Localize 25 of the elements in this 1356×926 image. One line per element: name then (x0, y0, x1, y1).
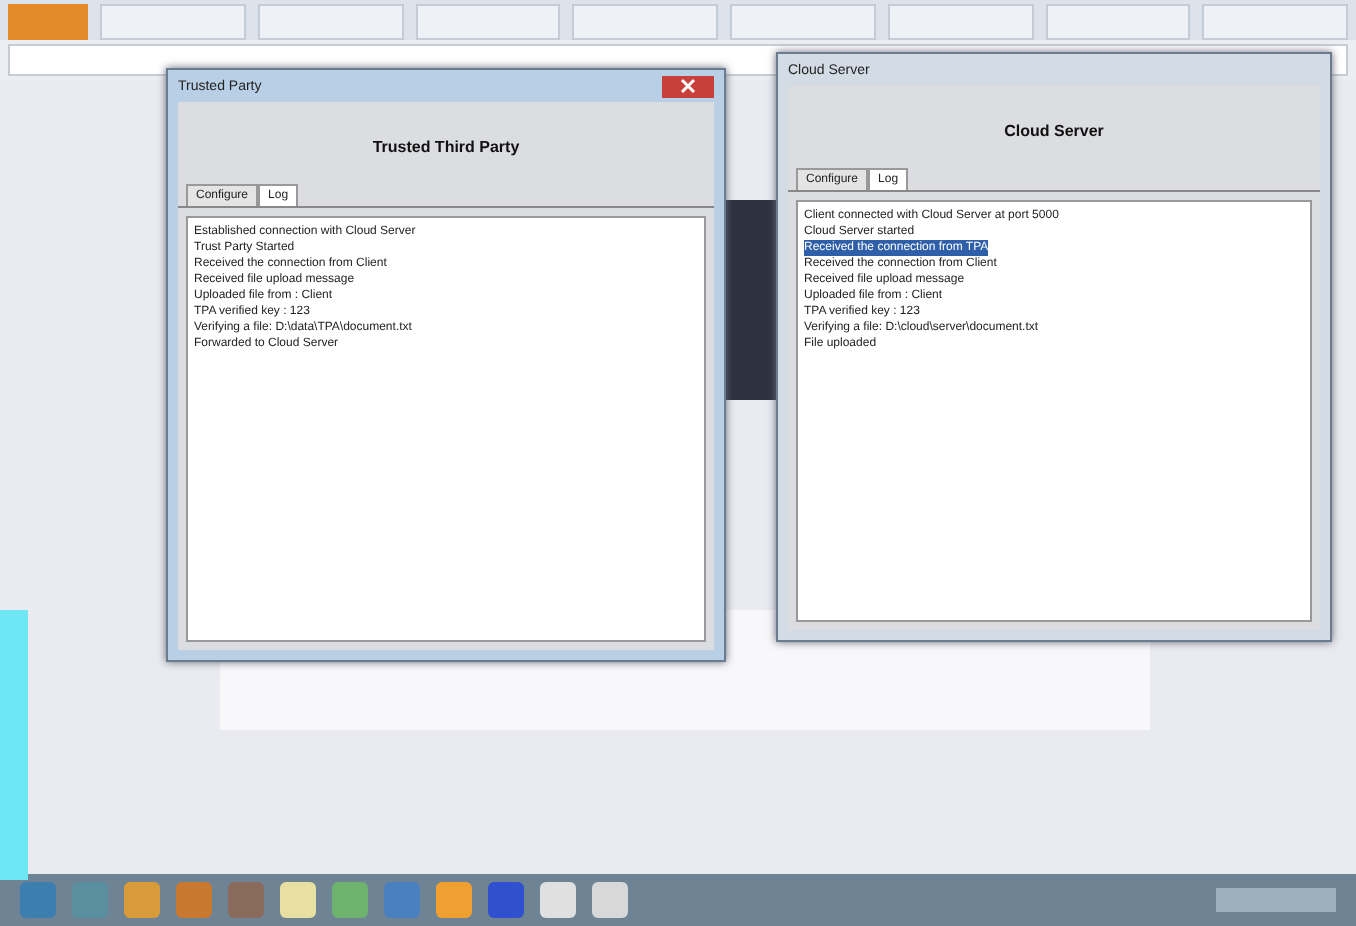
taskbar-app-icon[interactable] (540, 882, 576, 918)
taskbar-app-icon[interactable] (384, 882, 420, 918)
browser-tab[interactable] (257, 4, 403, 40)
taskbar-app-icon[interactable] (436, 882, 472, 918)
taskbar-app-icon[interactable] (20, 882, 56, 918)
browser-tab[interactable] (1045, 4, 1191, 40)
browser-tab[interactable] (415, 4, 561, 40)
close-icon (678, 78, 698, 94)
taskbar-app-icon[interactable] (592, 882, 628, 918)
close-button[interactable] (662, 75, 714, 97)
browser-menu-button[interactable] (8, 4, 88, 40)
browser-tab[interactable] (887, 4, 1033, 40)
taskbar-app-icon[interactable] (488, 882, 524, 918)
browser-tab[interactable] (100, 4, 246, 40)
taskbar-app-icon[interactable] (124, 882, 160, 918)
window-heading: Trusted Third Party (370, 136, 522, 160)
browser-tab[interactable] (1202, 4, 1348, 40)
taskbar-app-icon[interactable] (280, 882, 316, 918)
browser-tab[interactable] (730, 4, 876, 40)
window-heading: Cloud Server (1002, 120, 1106, 144)
taskbar-app-icon[interactable] (228, 882, 264, 918)
browser-tab[interactable] (572, 4, 718, 40)
taskbar-app-icon[interactable] (332, 882, 368, 918)
taskbar-app-icon[interactable] (176, 882, 212, 918)
system-tray-icons (1216, 888, 1336, 912)
